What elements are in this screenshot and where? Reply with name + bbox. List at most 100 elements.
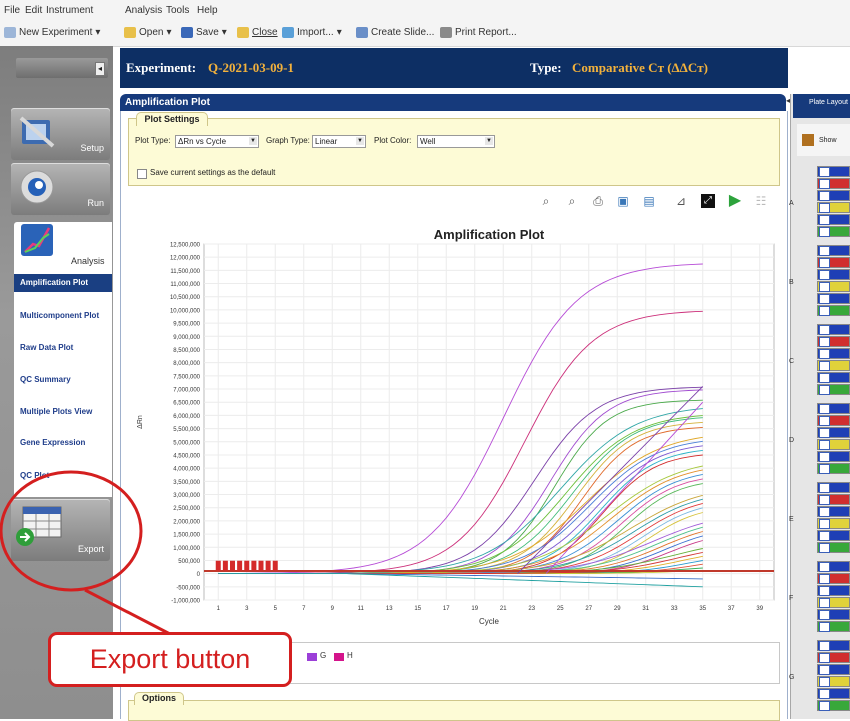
- well-marker-icon: [819, 385, 830, 395]
- nav-multicomponent-plot[interactable]: Multicomponent Plot: [20, 311, 106, 321]
- plate-row-label: E: [789, 516, 794, 523]
- y-tick-label: 5,500,000: [173, 427, 200, 433]
- menu-help[interactable]: Help: [197, 5, 218, 16]
- save-button[interactable]: Save ▾: [181, 27, 227, 38]
- expand-plot-icon[interactable]: ⤢: [701, 194, 715, 208]
- menu-edit[interactable]: Edit: [25, 5, 42, 16]
- baseline-marker: [258, 560, 264, 571]
- x-tick-label: 35: [699, 606, 706, 612]
- axis-settings-icon[interactable]: ⊿: [674, 194, 688, 208]
- x-tick-label: 13: [386, 606, 393, 612]
- create-slide-button[interactable]: Create Slide...: [356, 27, 434, 38]
- x-tick-label: 21: [500, 606, 507, 612]
- options-tab-label: Options: [142, 693, 176, 703]
- import-button[interactable]: Import... ▾: [282, 27, 342, 38]
- menu-tools[interactable]: Tools: [166, 5, 189, 16]
- well-marker-icon: [819, 622, 830, 632]
- y-tick-label: 1,000,000: [173, 546, 200, 552]
- well-marker-icon: [819, 689, 830, 699]
- print-report-button[interactable]: Print Report...: [440, 27, 517, 38]
- setup-nav-button[interactable]: Setup: [11, 108, 110, 160]
- plot-type-select[interactable]: ΔRn vs Cycle ▼: [175, 135, 259, 148]
- x-tick-label: 7: [302, 606, 306, 612]
- expand-plate-panel-icon[interactable]: ◂: [786, 96, 792, 110]
- zoom-in-icon[interactable]: ⌕: [539, 194, 553, 208]
- analysis-label[interactable]: Analysis: [71, 256, 105, 266]
- save-label: Save: [196, 27, 219, 38]
- y-tick-label: 11,000,000: [170, 282, 200, 288]
- run-nav-button[interactable]: Run: [11, 163, 110, 215]
- x-tick-label: 39: [756, 606, 763, 612]
- zoom-out-icon[interactable]: ⌕: [565, 194, 579, 208]
- well-marker-icon: [819, 507, 830, 517]
- nav-multiple-plots-view[interactable]: Multiple Plots View: [20, 407, 106, 417]
- experiment-name: Q-2021-03-09-1: [208, 60, 294, 75]
- nav-qc-summary[interactable]: QC Summary: [20, 375, 106, 385]
- collapse-panel-icon[interactable]: ◂: [95, 62, 105, 76]
- well-marker-icon: [819, 586, 830, 596]
- plot-settings-tab[interactable]: Plot Settings: [136, 112, 208, 126]
- type-label: Type:: [530, 60, 562, 75]
- y-tick-label: 12,500,000: [170, 243, 201, 249]
- y-tick-label: 500,000: [178, 559, 200, 565]
- dropdown-arrow-icon[interactable]: ▾: [222, 27, 227, 38]
- new-experiment-button[interactable]: New Experiment ▾: [4, 27, 100, 38]
- nav-amplification-plot-selected[interactable]: Amplification Plot: [14, 274, 112, 292]
- baseline-marker: [265, 560, 271, 571]
- well-marker-icon: [819, 677, 830, 687]
- play-reanalyze-icon[interactable]: ▶: [728, 193, 742, 209]
- close-button[interactable]: Close: [237, 27, 278, 38]
- dropdown-arrow-icon[interactable]: ▾: [95, 27, 100, 38]
- export-callout-label: Export button: [89, 644, 251, 674]
- options-panel: [128, 700, 780, 721]
- options-tab[interactable]: Options: [134, 692, 184, 705]
- x-tick-label: 15: [414, 606, 421, 612]
- table-view-icon[interactable]: ☷: [754, 194, 768, 208]
- show-plate-icon[interactable]: [802, 134, 814, 146]
- x-tick-label: 11: [358, 606, 365, 612]
- nav-gene-expression[interactable]: Gene Expression: [20, 438, 106, 448]
- import-label: Import...: [297, 27, 334, 38]
- print-plot-icon[interactable]: ⎙: [591, 194, 605, 208]
- legend-swatch-h: [334, 653, 344, 661]
- nav-qc-plot[interactable]: QC Plot: [20, 471, 106, 481]
- plot-type-value: ΔRn vs Cycle: [178, 137, 227, 146]
- graph-type-select[interactable]: Linear ▼: [312, 135, 366, 148]
- y-tick-label: 5,000,000: [173, 440, 200, 446]
- analysis-chart-icon: [21, 224, 53, 256]
- open-button[interactable]: Open ▾: [124, 27, 172, 38]
- y-tick-label: 2,000,000: [173, 519, 200, 525]
- amplification-plot-chart: Amplification Plot -1,000,000 -500,000 0 500…: [137, 227, 775, 626]
- well-marker-icon: [819, 361, 830, 371]
- dropdown-arrow-icon[interactable]: ▾: [166, 27, 171, 38]
- well-marker-icon: [819, 495, 830, 505]
- print-report-label: Print Report...: [455, 27, 517, 38]
- export-nav-button[interactable]: Export: [11, 499, 110, 561]
- graph-type-value: Linear: [315, 137, 338, 146]
- close-label: Close: [252, 27, 278, 38]
- experiment-header: Experiment: Q-2021-03-09-1 Type: Compara…: [120, 48, 788, 88]
- plot-type-label: Plot Type:: [135, 136, 171, 145]
- nav-header: ◂: [16, 58, 108, 78]
- new-experiment-icon: [4, 27, 16, 38]
- dropdown-arrow-icon[interactable]: ▾: [337, 27, 342, 38]
- y-tick-label: 12,000,000: [170, 256, 201, 262]
- plate-grid: A B C D E F G: [789, 158, 850, 719]
- experiment-label: Experiment:: [126, 60, 197, 75]
- y-tick-label: 9,500,000: [173, 322, 200, 328]
- plate-show-label: Show: [819, 137, 837, 144]
- menu-analysis[interactable]: Analysis: [125, 5, 162, 16]
- new-experiment-label: New Experiment: [19, 27, 93, 38]
- save-plot-icon[interactable]: ▤: [642, 194, 656, 208]
- well-marker-icon: [819, 428, 830, 438]
- plot-color-select[interactable]: Well ▼: [417, 135, 495, 148]
- menu-instrument[interactable]: Instrument: [46, 5, 93, 16]
- x-tick-label: 1: [217, 606, 221, 612]
- well-marker-icon: [819, 349, 830, 359]
- copy-plot-icon[interactable]: ▣: [616, 194, 630, 208]
- menu-file[interactable]: File: [4, 5, 20, 16]
- save-default-checkbox[interactable]: [137, 169, 147, 179]
- chevron-down-icon: ▼: [249, 137, 257, 145]
- x-tick-label: 19: [471, 606, 478, 612]
- nav-raw-data-plot[interactable]: Raw Data Plot: [20, 343, 106, 353]
